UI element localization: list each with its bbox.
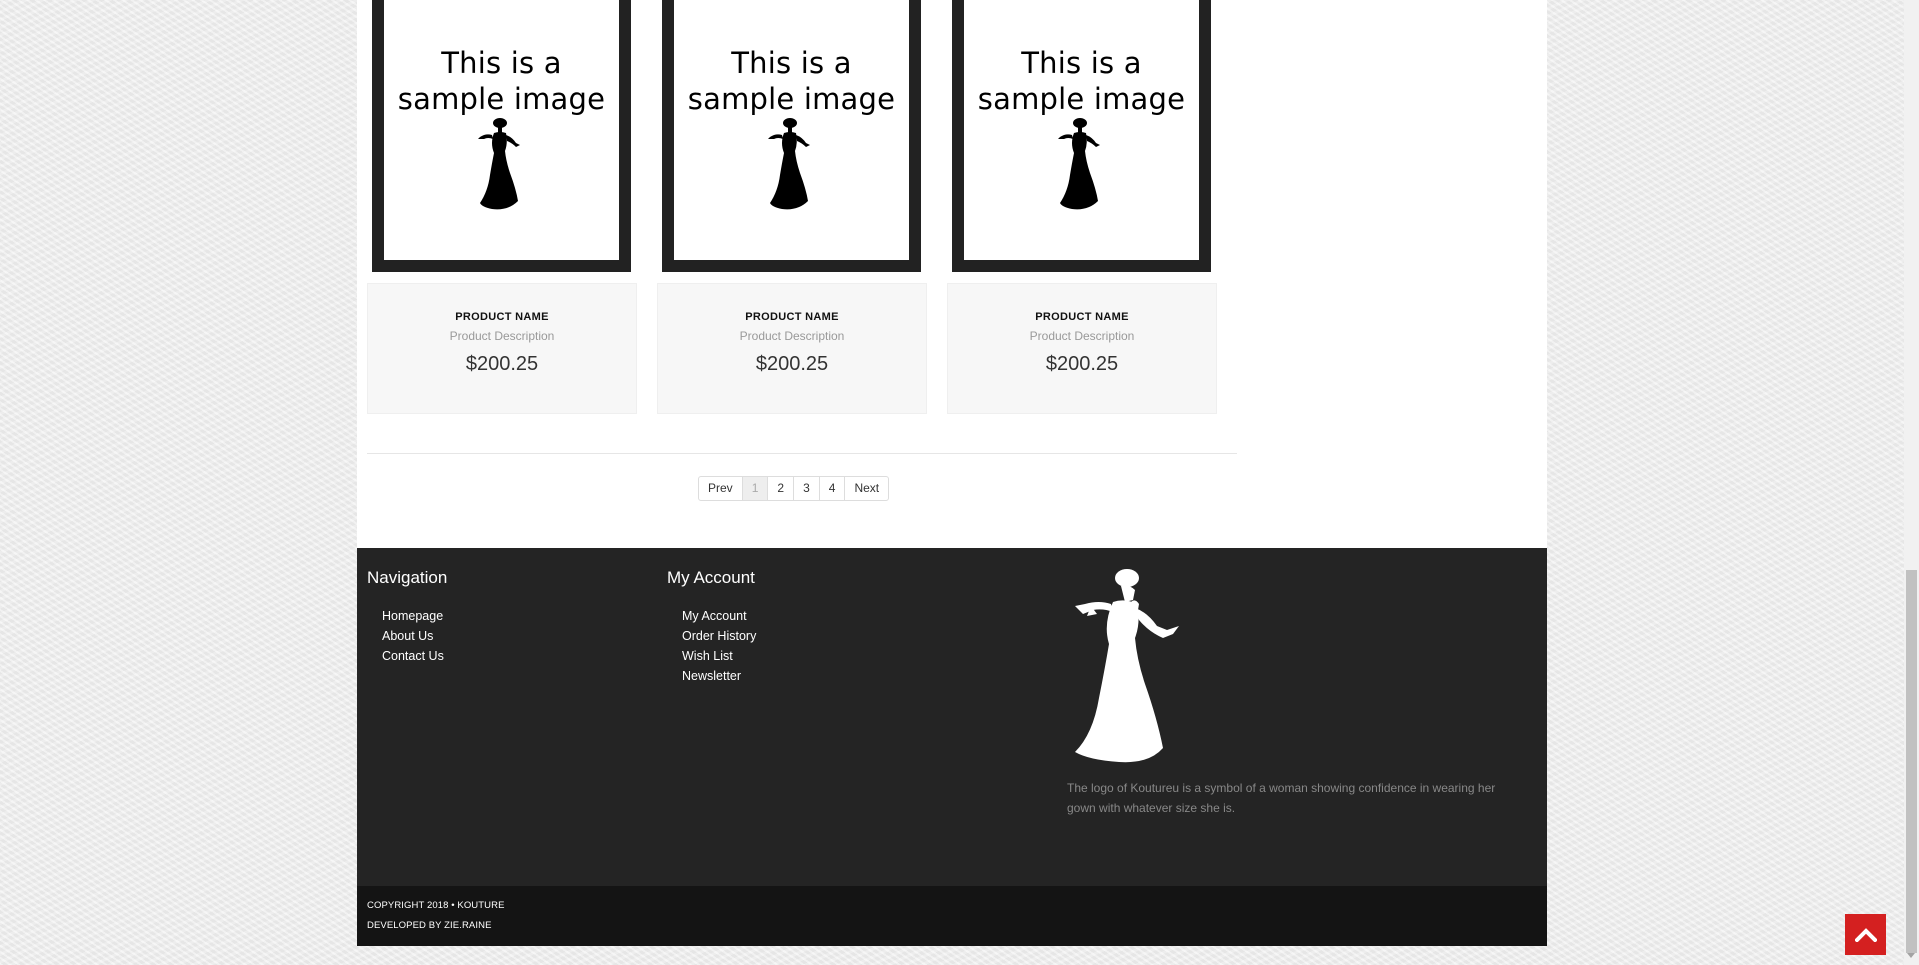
sample-image-line1: This is a — [1021, 46, 1142, 80]
product-image[interactable]: This is a sample image — [952, 0, 1211, 272]
scrollbar-thumb[interactable] — [1906, 570, 1917, 953]
product-listing: This is a sample image PRODUCT NAME Prod… — [357, 0, 1547, 548]
footer-link-homepage[interactable]: Homepage — [382, 606, 447, 626]
product-price: $200.25 — [755, 353, 829, 375]
woman-silhouette-icon — [1057, 118, 1100, 210]
footer-link-my-account[interactable]: My Account — [682, 606, 756, 626]
scroll-to-top-button[interactable] — [1845, 914, 1886, 955]
product-info: PRODUCT NAME Product Description $200.25 — [367, 283, 637, 414]
product-image[interactable]: This is a sample image — [372, 0, 631, 272]
footer-link-about-us[interactable]: About Us — [382, 626, 447, 646]
sample-image-line1: This is a — [441, 46, 562, 80]
product-info: PRODUCT NAME Product Description $200.25 — [947, 283, 1217, 414]
copyright-bar: COPYRIGHT 2018 • KOUTURE DEVELOPED BY ZI… — [357, 886, 1547, 946]
product-description: Product Description — [739, 329, 845, 343]
pagination-page-4[interactable]: 4 — [818, 476, 846, 501]
footer-navigation-list: Homepage About Us Contact Us — [382, 606, 447, 666]
sample-image-line2: sample image — [397, 82, 606, 116]
scroll-down-arrow-icon[interactable] — [1907, 953, 1915, 958]
sample-image-line2: sample image — [977, 82, 1186, 116]
divider — [367, 453, 1237, 454]
woman-silhouette-icon — [477, 118, 520, 210]
footer-link-wish-list[interactable]: Wish List — [682, 646, 756, 666]
sample-image-text: This is a sample image — [398, 45, 605, 117]
logo-description: The logo of Koutureu is a symbol of a wo… — [1067, 781, 1496, 815]
pagination-page-3[interactable]: 3 — [793, 476, 820, 501]
sample-image-line2: sample image — [687, 82, 896, 116]
page-container: This is a sample image PRODUCT NAME Prod… — [357, 0, 1547, 946]
product-card[interactable]: This is a sample image PRODUCT NAME Prod… — [367, 0, 637, 414]
footer-account: My Account My Account Order History Wish… — [667, 568, 756, 686]
sample-image-text: This is a sample image — [688, 45, 895, 117]
developer-credit: DEVELOPED BY ZIE.RAINE — [367, 920, 492, 931]
sample-image-text: This is a sample image — [978, 45, 1185, 117]
pagination: Prev 1 2 3 4 Next — [698, 476, 890, 501]
product-description: Product Description — [1029, 329, 1135, 343]
pagination-page-2[interactable]: 2 — [767, 476, 795, 501]
product-name[interactable]: PRODUCT NAME — [368, 311, 636, 323]
logo-icon — [1075, 569, 1179, 763]
sample-image-line1: This is a — [731, 46, 852, 80]
product-name[interactable]: PRODUCT NAME — [948, 311, 1216, 323]
footer-link-order-history[interactable]: Order History — [682, 626, 756, 646]
product-card[interactable]: This is a sample image PRODUCT NAME Prod… — [947, 0, 1217, 414]
woman-silhouette-icon — [767, 118, 810, 210]
product-name[interactable]: PRODUCT NAME — [658, 311, 926, 323]
pagination-next-button[interactable]: Next — [844, 476, 890, 501]
product-price: $200.25 — [465, 353, 539, 375]
product-image[interactable]: This is a sample image — [662, 0, 921, 272]
pagination-page-1[interactable]: 1 — [741, 476, 769, 501]
footer-account-heading: My Account — [667, 568, 755, 587]
copyright-text: COPYRIGHT 2018 • KOUTURE — [367, 900, 505, 911]
footer-account-list: My Account Order History Wish List Newsl… — [682, 606, 756, 686]
chevron-up-icon — [1854, 927, 1877, 942]
footer: Navigation Homepage About Us Contact Us … — [357, 548, 1547, 886]
footer-navigation: Navigation Homepage About Us Contact Us — [367, 568, 447, 666]
product-info: PRODUCT NAME Product Description $200.25 — [657, 283, 927, 414]
product-card[interactable]: This is a sample image PRODUCT NAME Prod… — [657, 0, 927, 414]
pagination-prev-button[interactable]: Prev — [698, 476, 743, 501]
footer-link-newsletter[interactable]: Newsletter — [682, 666, 756, 686]
footer-link-contact-us[interactable]: Contact Us — [382, 646, 447, 666]
product-price: $200.25 — [1045, 353, 1119, 375]
footer-navigation-heading: Navigation — [367, 568, 448, 587]
product-description: Product Description — [449, 329, 555, 343]
